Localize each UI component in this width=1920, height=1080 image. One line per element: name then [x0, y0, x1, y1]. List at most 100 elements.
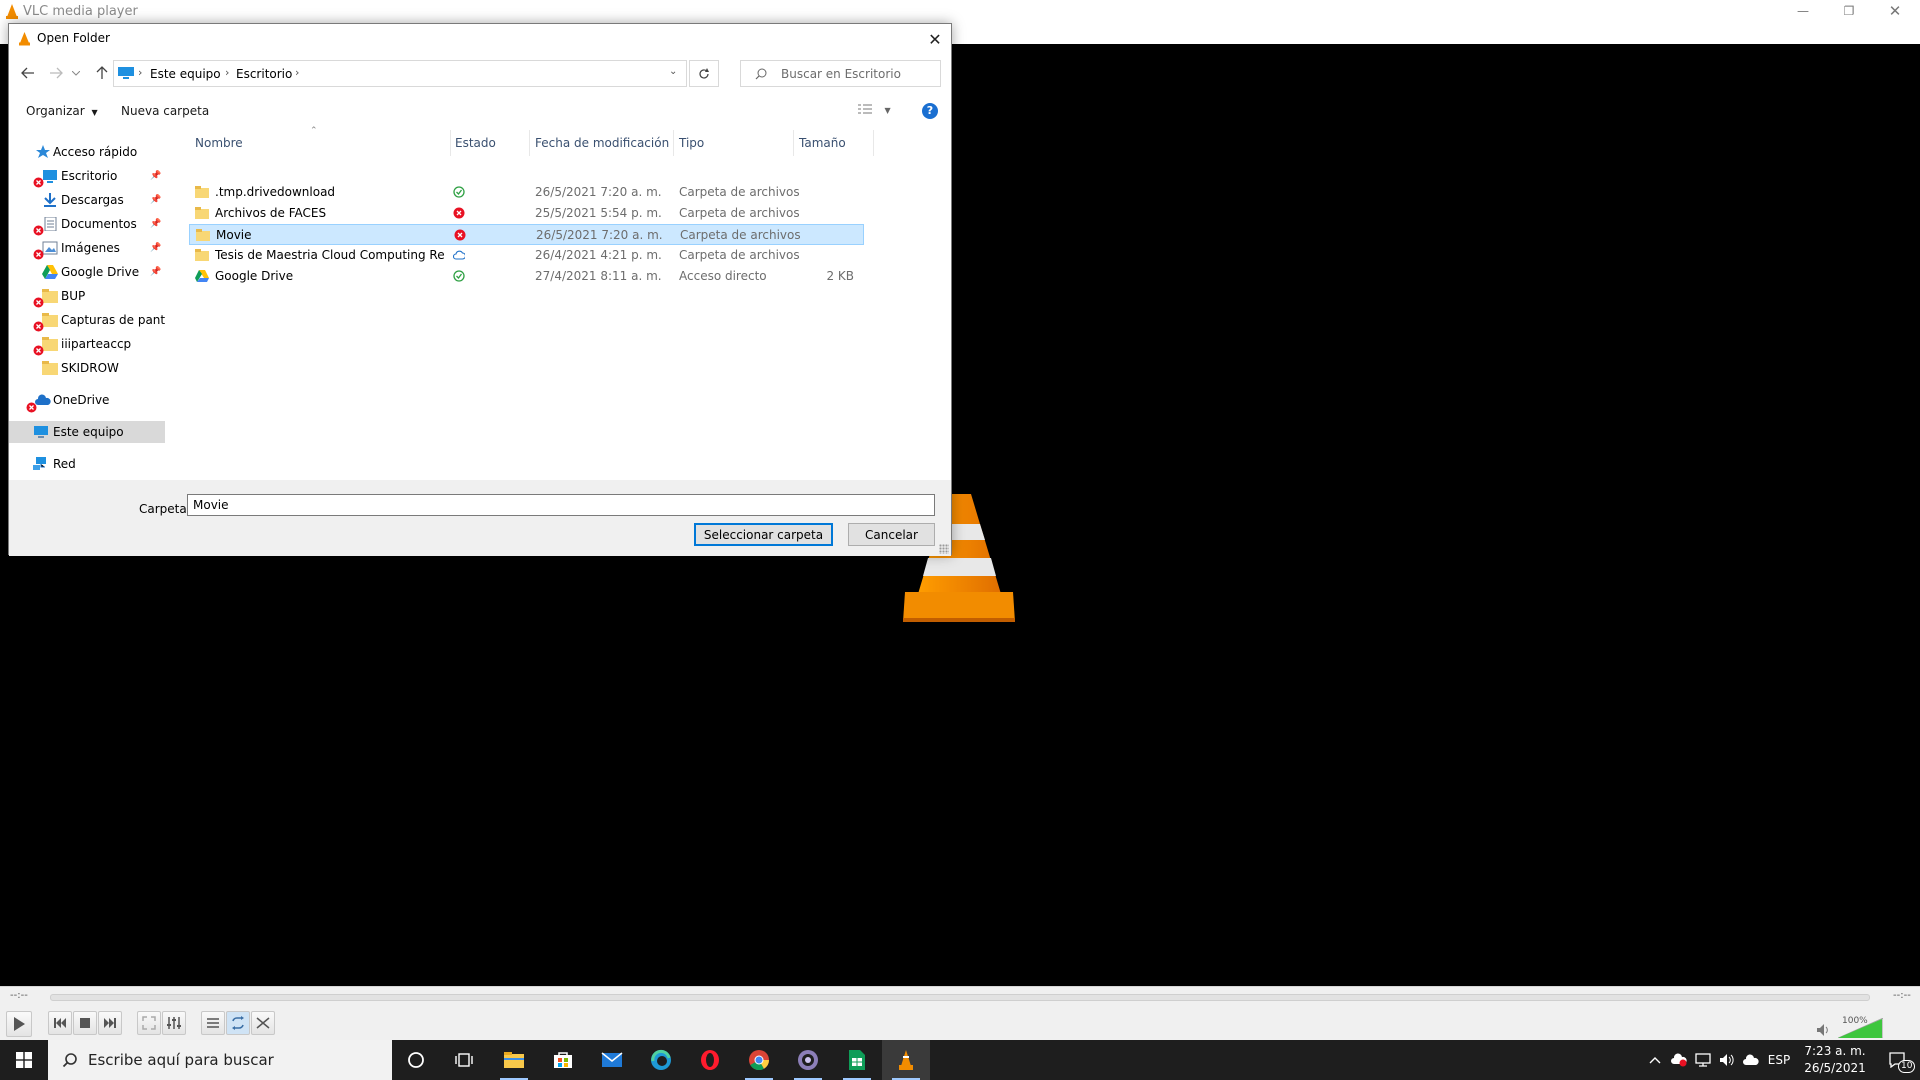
column-header-name[interactable]: Nombre [195, 136, 243, 156]
tray-network[interactable] [1691, 1040, 1715, 1080]
close-button[interactable]: ✕ [1872, 0, 1918, 22]
taskbar-opera[interactable] [686, 1040, 734, 1080]
nav-item-descargas[interactable]: Descargas 📌 [9, 189, 165, 211]
task-view-button[interactable] [440, 1040, 488, 1080]
nav-item-capturas[interactable]: Capturas de pantall [9, 309, 165, 332]
file-name: Archivos de FACES [215, 206, 327, 220]
previous-button[interactable] [48, 1011, 72, 1035]
folder-label: Carpeta: [139, 502, 191, 516]
tray-cloud-error[interactable] [1667, 1040, 1691, 1080]
cortana-button[interactable] [392, 1040, 440, 1080]
back-button[interactable] [19, 64, 37, 82]
file-row[interactable]: Movie 26/5/2021 7:20 a. m. Carpeta de ar… [189, 224, 864, 245]
action-center-button[interactable]: 10 [1876, 1040, 1920, 1080]
loop-button[interactable] [226, 1011, 250, 1035]
forward-button[interactable] [47, 64, 65, 82]
cortana-icon [408, 1052, 424, 1068]
nav-item-bup[interactable]: BUP [9, 285, 165, 308]
play-button[interactable] [6, 1011, 32, 1037]
change-view-button[interactable]: ▼ [857, 103, 891, 118]
new-folder-button[interactable]: Nueva carpeta [121, 104, 209, 118]
show-hidden-icons-button[interactable] [1643, 1040, 1667, 1080]
shuffle-button[interactable] [251, 1011, 275, 1035]
tray-volume[interactable] [1715, 1040, 1739, 1080]
seek-slider[interactable] [50, 994, 1870, 1001]
file-row[interactable]: .tmp.drivedownload 26/5/2021 7:20 a. m. … [189, 182, 864, 203]
cloud-icon [35, 394, 51, 405]
taskbar-mail[interactable] [588, 1040, 636, 1080]
nav-item-iiiparteaccp[interactable]: iiiparteaccp [9, 333, 165, 356]
resize-grip[interactable] [939, 544, 949, 554]
file-modified: 26/5/2021 7:20 a. m. [536, 228, 663, 242]
nav-item-imagenes[interactable]: Imágenes 📌 [9, 237, 165, 260]
file-row[interactable]: Tesis de Maestria Cloud Computing Revis.… [189, 245, 864, 266]
breadcrumb-escritorio[interactable]: Escritorio [236, 67, 292, 81]
breadcrumb-este-equipo[interactable]: Este equipo [150, 67, 221, 81]
address-dropdown-button[interactable]: ⌄ [669, 66, 677, 77]
nav-item-onedrive[interactable]: OneDrive [9, 389, 165, 413]
up-button[interactable] [93, 64, 111, 82]
minimize-button[interactable]: — [1780, 0, 1826, 22]
folder-icon [42, 361, 58, 375]
taskbar-file-explorer[interactable] [490, 1040, 538, 1080]
volume-slider[interactable] [1838, 1018, 1883, 1038]
nav-item-skidrow[interactable]: SKIDROW [9, 357, 165, 379]
restore-button[interactable]: ❐ [1826, 0, 1872, 22]
nav-item-escritorio[interactable]: Escritorio 📌 [9, 165, 165, 188]
nav-label: Google Drive [61, 265, 140, 279]
folder-name-input[interactable] [187, 494, 935, 516]
nav-item-red[interactable]: Red [9, 453, 165, 475]
nav-item-documentos[interactable]: Documentos 📌 [9, 213, 165, 236]
column-header-status[interactable]: Estado [455, 136, 496, 156]
cloud-only-icon [453, 250, 465, 260]
loop-icon [232, 1016, 244, 1030]
start-button[interactable] [0, 1040, 48, 1080]
dialog-close-button[interactable]: ✕ [919, 24, 951, 54]
system-clock[interactable]: 7:23 a. m. 26/5/2021 [1794, 1043, 1876, 1077]
nav-item-google-drive[interactable]: Google Drive 📌 [9, 261, 165, 283]
tray-onedrive[interactable] [1739, 1040, 1763, 1080]
extended-settings-button[interactable] [162, 1011, 186, 1035]
taskbar-torrent[interactable] [784, 1040, 832, 1080]
column-header-size[interactable]: Tamaño [799, 136, 846, 156]
organize-menu[interactable]: Organizar ▼ [26, 104, 98, 118]
folder-search-box[interactable]: Buscar en Escritorio [740, 60, 941, 87]
pin-icon: 📌 [150, 267, 162, 277]
fullscreen-button[interactable] [137, 1011, 161, 1035]
file-row[interactable]: Google Drive 27/4/2021 8:11 a. m. Acceso… [189, 266, 864, 287]
cancel-button[interactable]: Cancelar [848, 523, 935, 546]
input-language[interactable]: ESP [1764, 1040, 1794, 1080]
folder-icon [195, 186, 209, 198]
playlist-button[interactable] [201, 1011, 225, 1035]
taskbar-search-box[interactable]: Escribe aquí para buscar [48, 1040, 392, 1080]
nav-item-este-equipo[interactable]: Este equipo [9, 421, 165, 443]
taskbar-store[interactable] [539, 1040, 587, 1080]
select-folder-button[interactable]: Seleccionar carpeta [694, 523, 833, 546]
stop-button[interactable] [73, 1011, 97, 1035]
arrow-left-icon [21, 67, 34, 79]
address-bar[interactable]: › Este equipo › Escritorio › ⌄ [113, 60, 687, 87]
recent-locations-button[interactable] [71, 64, 81, 82]
vlc-control-bar: --:-- --:-- 100% [0, 986, 1920, 1040]
cloud-icon [1743, 1054, 1759, 1065]
taskbar-chrome[interactable] [735, 1040, 783, 1080]
nav-item-acceso-rapido[interactable]: Acceso rápido [9, 141, 165, 163]
next-button[interactable] [98, 1011, 122, 1035]
refresh-button[interactable] [689, 60, 719, 87]
dialog-footer: Carpeta: Seleccionar carpeta Cancelar [9, 480, 951, 556]
file-modified: 26/4/2021 4:21 p. m. [535, 248, 662, 262]
nav-label: SKIDROW [61, 361, 119, 375]
taskbar-sheets[interactable] [833, 1040, 881, 1080]
search-icon [755, 68, 767, 80]
desktop-icon [43, 170, 57, 183]
column-header-modified[interactable]: Fecha de modificación [535, 136, 669, 156]
taskbar-vlc[interactable] [882, 1040, 930, 1080]
speaker-icon[interactable] [1816, 1023, 1832, 1037]
help-button[interactable]: ? [922, 103, 938, 119]
file-type: Carpeta de archivos [679, 185, 800, 199]
taskbar-edge[interactable] [637, 1040, 685, 1080]
file-name: Tesis de Maestria Cloud Computing Revis.… [215, 248, 445, 262]
file-row[interactable]: Archivos de FACES 25/5/2021 5:54 p. m. C… [189, 203, 864, 224]
clock-time: 7:23 a. m. [1804, 1044, 1866, 1058]
column-header-type[interactable]: Tipo [679, 136, 704, 156]
